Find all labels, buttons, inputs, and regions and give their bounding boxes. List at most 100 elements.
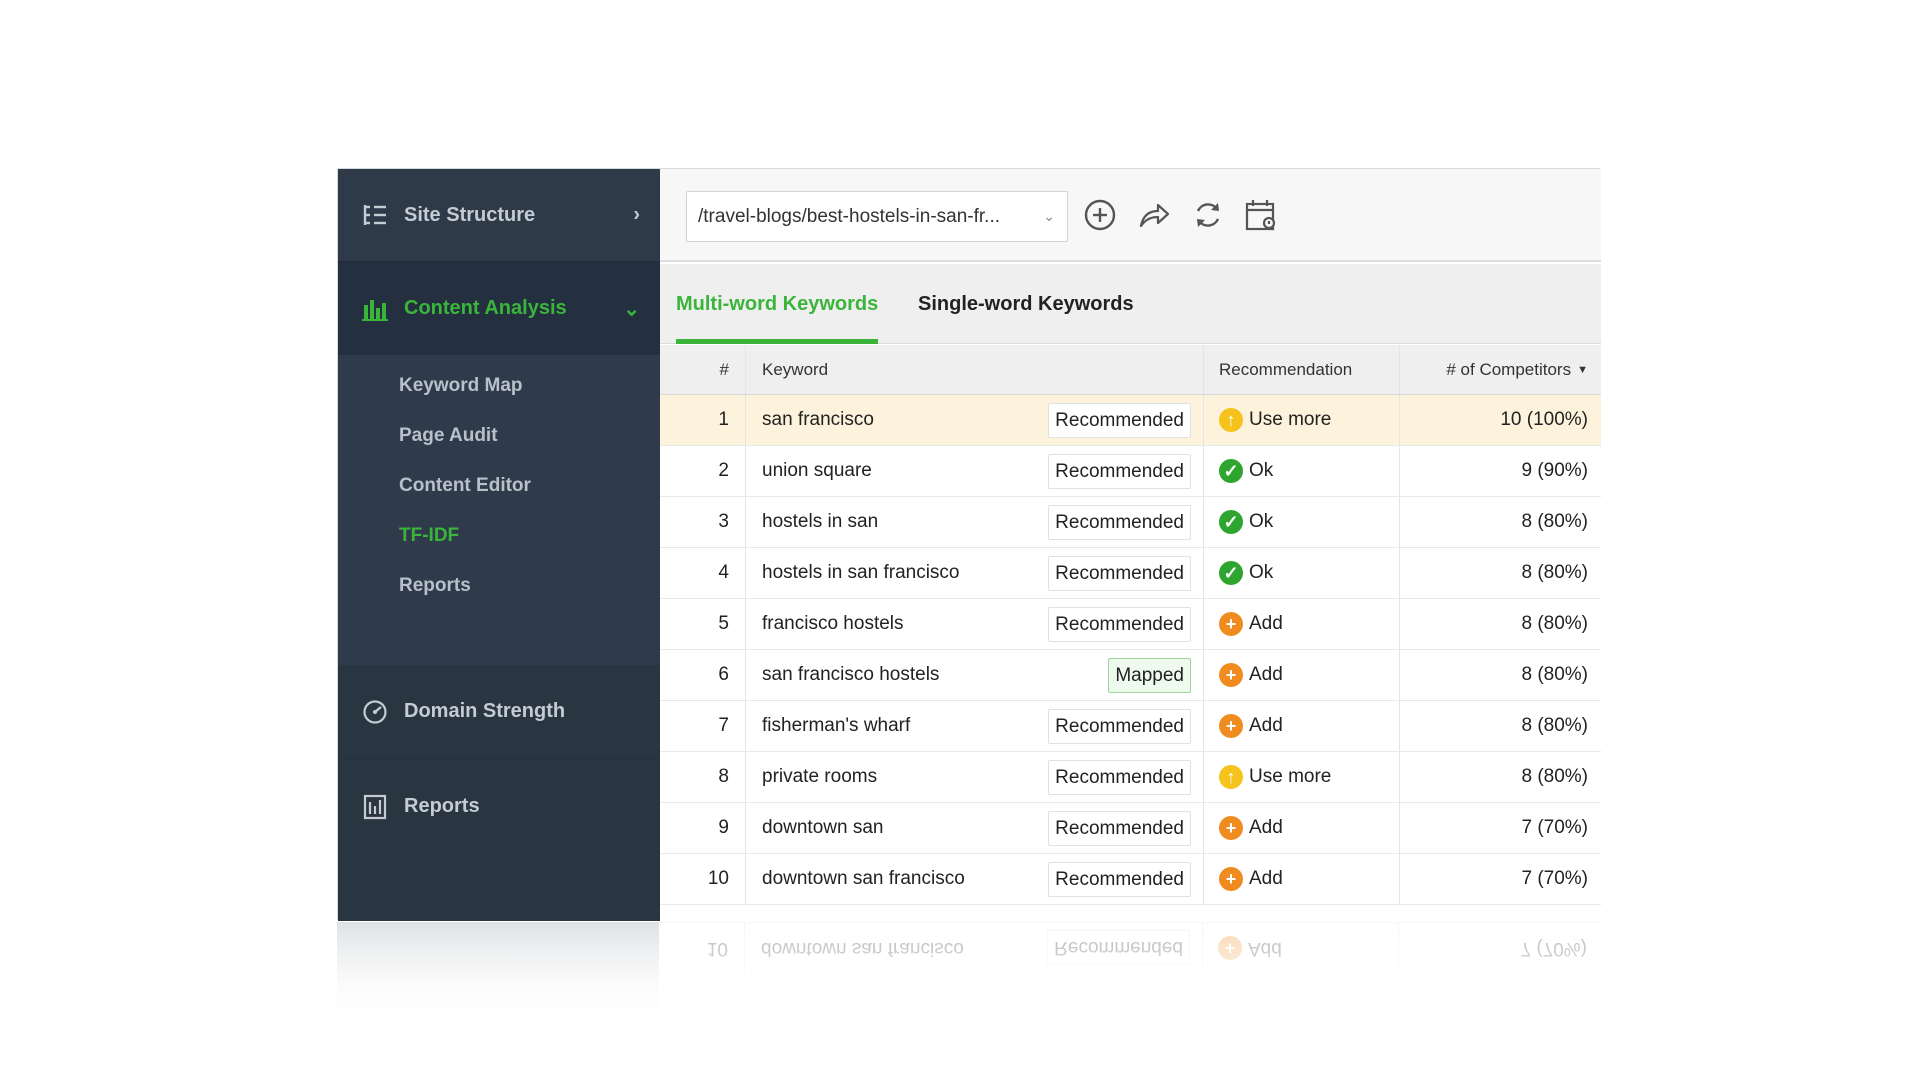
competitors-cell: 10 (100%) [1500, 409, 1588, 430]
keyword-text: private rooms [762, 766, 878, 787]
subnav-item-page-audit[interactable]: Page Audit [399, 416, 498, 456]
recommendation-cell: + Add [1204, 854, 1400, 904]
plus-circle-icon: + [1219, 663, 1243, 687]
keyword-status-badge[interactable]: Recommended [1048, 556, 1191, 591]
row-number: 8 [660, 752, 746, 802]
table-row[interactable]: 10 downtown san francisco Recommended + Add 7… [660, 854, 1601, 905]
keyword-text: san francisco hostels [762, 664, 940, 685]
content-analysis-icon [360, 294, 390, 324]
sidebar-item-label: Reports [404, 795, 480, 817]
table-header-row: # Keyword Recommendation # of Competitor… [660, 345, 1601, 395]
recommendation-text: Ok [1249, 460, 1274, 481]
row-number: 7 [660, 701, 746, 751]
subnav-item-reports[interactable]: Reports [399, 566, 471, 606]
keyword-cell: san francisco Recommended [746, 395, 1204, 445]
app-window: Site Structure › Content Analysis ⌄ Keyw… [337, 168, 1601, 921]
reports-icon [360, 792, 390, 822]
recommendation-text: Ok [1249, 562, 1274, 583]
sidebar-item-label: Site Structure [404, 203, 536, 226]
keyword-text: fisherman's wharf [762, 715, 911, 736]
subnav-item-content-editor[interactable]: Content Editor [399, 466, 531, 506]
recommendation-text: Use more [1249, 766, 1332, 787]
table-row[interactable]: 9 downtown san Recommended + Add 7 (70%) [660, 803, 1601, 854]
table-row[interactable]: 7 fisherman's wharf Recommended + Add 8 (80%) [660, 701, 1601, 752]
row-number: 5 [660, 599, 746, 649]
competitors-cell: 8 (80%) [1521, 511, 1588, 532]
table-row[interactable]: 2 union square Recommended ✓ Ok 9 (90%) [660, 446, 1601, 497]
sidebar-item-content-analysis[interactable]: Content Analysis ⌄ [338, 262, 660, 355]
page-url-select[interactable]: /travel-blogs/best-hostels-in-san-fr... … [686, 191, 1068, 242]
row-number: 3 [660, 497, 746, 547]
keyword-status-badge[interactable]: Recommended [1048, 811, 1191, 846]
recommendation-cell: + Add [1204, 650, 1400, 700]
keyword-cell: private rooms Recommended [746, 752, 1204, 802]
table-row[interactable]: 1 san francisco Recommended ↑ Use more 10 (10… [660, 395, 1601, 446]
competitors-cell: 7 (70%) [1521, 817, 1588, 838]
keyword-cell: hostels in san francisco Recommended [746, 548, 1204, 598]
row-number: 9 [660, 803, 746, 853]
schedule-icon[interactable] [1242, 195, 1282, 235]
keyword-status-badge[interactable]: Mapped [1108, 658, 1191, 693]
keyword-status-badge[interactable]: Recommended [1048, 454, 1191, 489]
recommendation-cell: + Add [1204, 599, 1400, 649]
keyword-status-badge[interactable]: Recommended [1048, 862, 1191, 897]
column-header-competitors[interactable]: # of Competitors ▼ [1400, 345, 1601, 394]
competitors-cell: 8 (80%) [1521, 664, 1588, 685]
tab-single-word-keywords[interactable]: Single-word Keywords [918, 264, 1134, 344]
keyword-tabs: Multi-word Keywords Single-word Keywords [660, 264, 1601, 344]
plus-circle-icon: + [1219, 612, 1243, 636]
keyword-status-badge[interactable]: Recommended [1048, 709, 1191, 744]
sort-desc-icon: ▼ [1577, 363, 1588, 376]
reflection-fade [337, 922, 1600, 1022]
arrow-up-circle-icon: ↑ [1219, 765, 1243, 789]
recommendation-text: Use more [1249, 409, 1332, 430]
row-number: 4 [660, 548, 746, 598]
recommendation-text: Add [1249, 817, 1283, 838]
share-icon[interactable] [1134, 195, 1174, 235]
column-header-keyword[interactable]: Keyword [746, 345, 1204, 394]
recommendation-cell: ✓ Ok [1204, 548, 1400, 598]
row-number: 2 [660, 446, 746, 496]
subnav-item-keyword-map[interactable]: Keyword Map [399, 366, 523, 406]
reflection-effect: 10downtown san franciscoRecommended+Add7… [337, 922, 1600, 1022]
sidebar-item-reports[interactable]: Reports [338, 758, 660, 855]
main-panel: /travel-blogs/best-hostels-in-san-fr... … [660, 169, 1601, 921]
recommendation-text: Add [1249, 715, 1283, 736]
keyword-cell: san francisco hostels Mapped [746, 650, 1204, 700]
keyword-cell: downtown san francisco Recommended [746, 854, 1204, 904]
check-circle-icon: ✓ [1219, 510, 1243, 534]
site-structure-icon [360, 200, 390, 230]
competitors-cell: 8 (80%) [1521, 715, 1588, 736]
chevron-right-icon: › [633, 203, 640, 226]
table-row[interactable]: 3 hostels in san Recommended ✓ Ok 8 (80%) [660, 497, 1601, 548]
table-row[interactable]: 6 san francisco hostels Mapped + Add 8 (80%) [660, 650, 1601, 701]
recommendation-text: Add [1249, 613, 1283, 634]
subnav-item-tf-idf[interactable]: TF-IDF [399, 516, 459, 556]
keyword-status-badge[interactable]: Recommended [1048, 607, 1191, 642]
keyword-cell: union square Recommended [746, 446, 1204, 496]
sidebar-item-site-structure[interactable]: Site Structure › [338, 169, 660, 262]
column-header-recommendation[interactable]: Recommendation [1204, 345, 1400, 394]
competitors-cell: 8 (80%) [1521, 613, 1588, 634]
keyword-cell: fisherman's wharf Recommended [746, 701, 1204, 751]
sidebar-item-domain-strength[interactable]: Domain Strength [338, 665, 660, 758]
keyword-status-badge[interactable]: Recommended [1048, 403, 1191, 438]
plus-circle-icon: + [1219, 714, 1243, 738]
add-circle-icon[interactable] [1080, 195, 1120, 235]
refresh-icon[interactable] [1188, 195, 1228, 235]
table-row[interactable]: 4 hostels in san francisco Recommended ✓ Ok 8… [660, 548, 1601, 599]
sidebar: Site Structure › Content Analysis ⌄ Keyw… [338, 169, 660, 921]
chevron-down-icon: ⌄ [623, 298, 640, 320]
keyword-text: hostels in san francisco [762, 562, 960, 583]
recommendation-cell: + Add [1204, 701, 1400, 751]
table-row[interactable]: 8 private rooms Recommended ↑ Use more 8 (80%… [660, 752, 1601, 803]
keyword-status-badge[interactable]: Recommended [1048, 505, 1191, 540]
recommendation-cell: ✓ Ok [1204, 446, 1400, 496]
sidebar-item-label: Domain Strength [404, 700, 566, 722]
keyword-text: union square [762, 460, 872, 481]
gauge-icon [360, 697, 390, 727]
table-row[interactable]: 5 francisco hostels Recommended + Add 8 (80%) [660, 599, 1601, 650]
column-header-number[interactable]: # [660, 345, 746, 394]
keyword-status-badge[interactable]: Recommended [1048, 760, 1191, 795]
tab-multi-word-keywords[interactable]: Multi-word Keywords [676, 264, 879, 344]
